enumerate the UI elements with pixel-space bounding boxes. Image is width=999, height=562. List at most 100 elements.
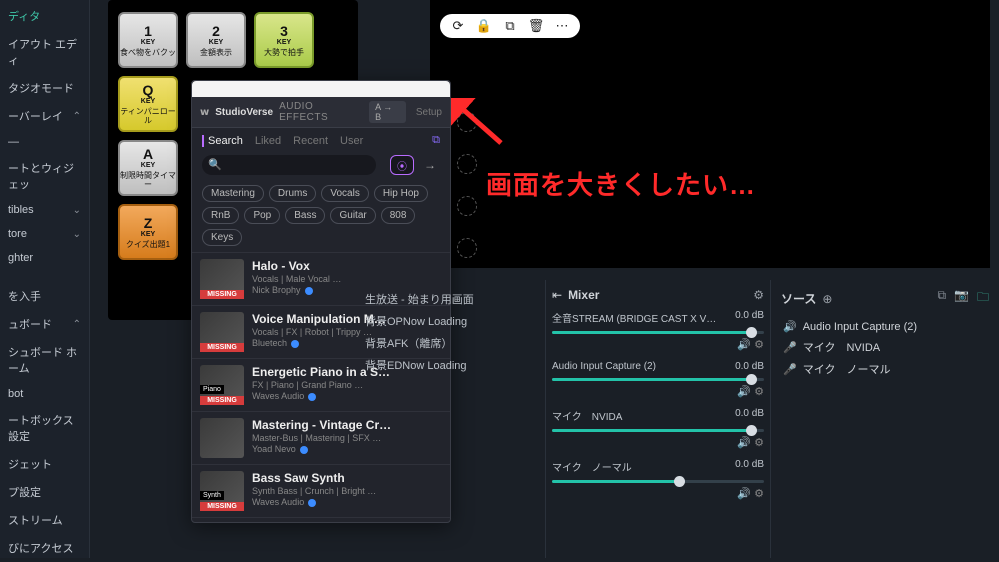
tag-vocals[interactable]: Vocals bbox=[321, 185, 368, 202]
sidebar-item-11[interactable]: ュボード⌃ bbox=[0, 310, 89, 338]
sidebar-item-9[interactable] bbox=[0, 270, 89, 282]
tab-liked[interactable]: Liked bbox=[255, 135, 281, 147]
preset-thumb bbox=[200, 418, 244, 458]
tag-guitar[interactable]: Guitar bbox=[330, 207, 375, 224]
pad-3[interactable]: 3KEY大勢で拍手 bbox=[254, 12, 314, 68]
scene-item[interactable]: 背景OPNow Loading bbox=[361, 310, 539, 332]
tag-808[interactable]: 808 bbox=[381, 207, 416, 224]
sidebar-item-16[interactable]: プ設定 bbox=[0, 478, 89, 506]
scene-item[interactable]: 生放送 - 始まり用画面 bbox=[361, 288, 539, 310]
preview-area bbox=[430, 0, 990, 268]
sidebar-item-5[interactable]: ートとウィジェッ bbox=[0, 154, 89, 198]
pad-Z[interactable]: ZKEYクイズ出題1 bbox=[118, 204, 178, 260]
mute-icon[interactable]: 🔊 bbox=[737, 488, 751, 500]
mute-icon[interactable]: 🔊 bbox=[737, 437, 751, 449]
pad-1[interactable]: 1KEY食べ物をバクッ bbox=[118, 12, 178, 68]
sidebar-item-3[interactable]: ーバーレイ⌃ bbox=[0, 102, 89, 130]
ab-toggle[interactable]: A → B bbox=[369, 101, 406, 123]
sidebar-item-1[interactable]: イアウト エディ bbox=[0, 30, 89, 74]
preset-thumb: MISSING bbox=[200, 259, 244, 299]
sources-title: ソース bbox=[781, 290, 816, 307]
preset-title: Halo - Vox bbox=[252, 259, 341, 273]
lock-icon[interactable]: 🔒 bbox=[476, 18, 492, 34]
volume-slider[interactable] bbox=[552, 429, 764, 432]
refresh-icon[interactable]: ⟳ bbox=[450, 18, 466, 34]
sidebar-item-13[interactable]: bot bbox=[0, 382, 89, 406]
tab-user[interactable]: User bbox=[340, 135, 363, 147]
mixer-title: Mixer bbox=[568, 288, 599, 302]
sidebar-item-17[interactable]: ストリーム bbox=[0, 506, 89, 534]
sidebar-item-7[interactable]: tore⌄ bbox=[0, 222, 89, 246]
window-titlebar[interactable] bbox=[192, 81, 450, 97]
sv-search-row: 🔍 ⦿ → bbox=[192, 151, 450, 179]
volume-slider[interactable] bbox=[552, 331, 764, 334]
track-db: 0.0 dB bbox=[735, 361, 764, 372]
sources-folder-icon[interactable]: 🗀 bbox=[977, 288, 989, 309]
tab-search[interactable]: Search bbox=[202, 135, 243, 147]
sidebar-item-10[interactable]: を入手 bbox=[0, 282, 89, 310]
external-link-icon[interactable]: ⧉ bbox=[432, 134, 440, 147]
lower-dock: 生放送 - 始まり用画面背景OPNow Loading背景AFK（離席）背景ED… bbox=[355, 280, 999, 558]
sidebar-item-15[interactable]: ジェット bbox=[0, 450, 89, 478]
chain-slot-2[interactable] bbox=[457, 154, 477, 174]
source-item[interactable]: 🔊 Audio Input Capture (2) bbox=[781, 317, 989, 336]
sources-camera-icon[interactable]: 📷 bbox=[954, 288, 969, 309]
sv-header: 𝘄 StudioVerse AUDIO EFFECTS A → B Setup bbox=[192, 97, 450, 128]
source-label: Audio Input Capture (2) bbox=[803, 321, 917, 333]
chain-slot-1[interactable] bbox=[457, 112, 477, 132]
mixer-settings-icon[interactable]: ⚙ bbox=[753, 288, 764, 302]
add-source-icon[interactable]: ⊕ bbox=[822, 292, 832, 306]
track-settings-icon[interactable]: ⚙ bbox=[754, 339, 764, 351]
track-db: 0.0 dB bbox=[735, 408, 764, 423]
source-type-icon: 🎤 bbox=[783, 363, 797, 376]
chain-slot-3[interactable] bbox=[457, 196, 477, 216]
duplicate-icon[interactable]: ⧉ bbox=[502, 18, 518, 34]
tab-recent[interactable]: Recent bbox=[293, 135, 328, 147]
sources-popout-icon[interactable]: ⧉ bbox=[937, 288, 946, 309]
tag-hip-hop[interactable]: Hip Hop bbox=[374, 185, 428, 202]
trash-icon[interactable]: 🗑 bbox=[528, 18, 544, 34]
tag-drums[interactable]: Drums bbox=[269, 185, 316, 202]
preset-desc: Vocals | Male Vocal … bbox=[252, 274, 341, 284]
tag-keys[interactable]: Keys bbox=[202, 229, 242, 246]
source-label: マイク NVIDA bbox=[803, 339, 880, 355]
setup-button[interactable]: Setup bbox=[416, 107, 442, 118]
source-item[interactable]: 🎤マイク ノーマル bbox=[781, 358, 989, 380]
mixer-track: 全音STREAM (BRIDGE CAST X V…0.0 dB🔊 ⚙ bbox=[552, 310, 764, 351]
sidebar-item-2[interactable]: タジオモード bbox=[0, 74, 89, 102]
track-name: 全音STREAM (BRIDGE CAST X V… bbox=[552, 310, 716, 325]
sidebar-item-6[interactable]: tibles⌄ bbox=[0, 198, 89, 222]
audio-match-button[interactable]: ⦿ bbox=[390, 155, 414, 175]
mixer-collapse-icon[interactable]: ⇤ bbox=[552, 288, 562, 302]
tag-rnb[interactable]: RnB bbox=[202, 207, 239, 224]
sidebar-item-4[interactable]: — bbox=[0, 130, 89, 154]
mute-icon[interactable]: 🔊 bbox=[737, 339, 751, 351]
sv-tabs: Search Liked Recent User ⧉ bbox=[192, 128, 450, 151]
mixer-track: Audio Input Capture (2)0.0 dB🔊 ⚙ bbox=[552, 361, 764, 398]
pad-2[interactable]: 2KEY金額表示 bbox=[186, 12, 246, 68]
source-type-icon: 🔊 bbox=[783, 320, 797, 333]
track-settings-icon[interactable]: ⚙ bbox=[754, 386, 764, 398]
search-input[interactable] bbox=[202, 155, 376, 175]
pad-A[interactable]: AKEY制限時間タイマー bbox=[118, 140, 178, 196]
mute-icon[interactable]: 🔊 bbox=[737, 386, 751, 398]
more-icon[interactable]: ⋯ bbox=[554, 18, 570, 34]
volume-slider[interactable] bbox=[552, 378, 764, 381]
sidebar-item-12[interactable]: シュボード ホーム bbox=[0, 338, 89, 382]
sidebar-item-8[interactable]: ghter bbox=[0, 246, 89, 270]
sidebar-item-14[interactable]: ートボックス設定 bbox=[0, 406, 89, 450]
scene-item[interactable]: 背景EDNow Loading bbox=[361, 354, 539, 376]
pad-Q[interactable]: QKEYティンパニロール bbox=[118, 76, 178, 132]
tag-bass[interactable]: Bass bbox=[285, 207, 325, 224]
track-settings-icon[interactable]: ⚙ bbox=[754, 488, 764, 500]
scene-item[interactable]: 背景AFK（離席） bbox=[361, 332, 539, 354]
track-settings-icon[interactable]: ⚙ bbox=[754, 437, 764, 449]
source-item[interactable]: 🎤マイク NVIDA bbox=[781, 336, 989, 358]
volume-slider[interactable] bbox=[552, 480, 764, 483]
tag-pop[interactable]: Pop bbox=[244, 207, 280, 224]
tag-mastering[interactable]: Mastering bbox=[202, 185, 264, 202]
expand-arrow-icon[interactable]: → bbox=[420, 158, 440, 172]
chain-slot-4[interactable] bbox=[457, 238, 477, 258]
sv-brand: StudioVerse bbox=[215, 107, 273, 118]
sidebar-item-0[interactable]: ディタ bbox=[0, 2, 89, 30]
